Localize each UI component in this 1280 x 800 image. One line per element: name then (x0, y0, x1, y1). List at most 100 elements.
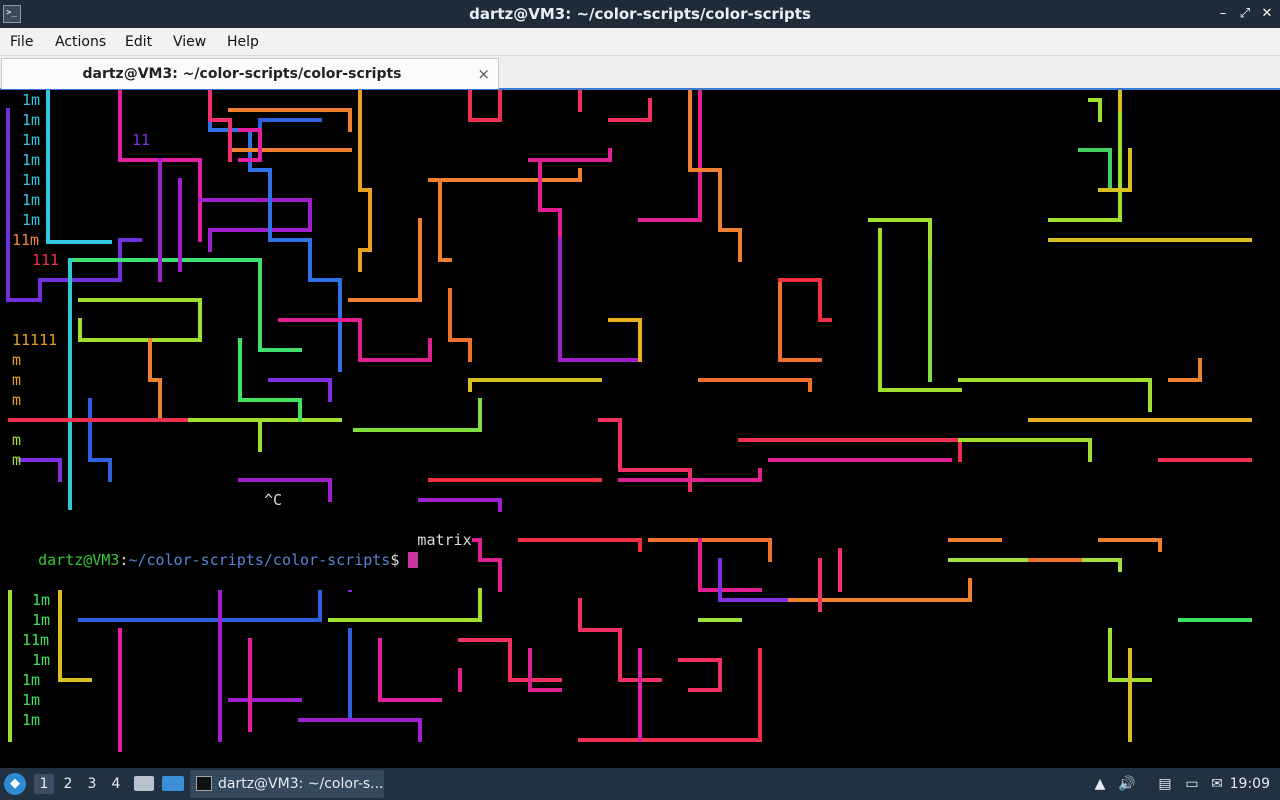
pipe (118, 628, 252, 752)
pipe (258, 118, 322, 142)
pipe (78, 588, 322, 622)
pipe (468, 90, 502, 122)
close-window-button[interactable]: ✕ (1258, 4, 1276, 24)
matrix-fragment: 1m (32, 611, 51, 629)
pipe (468, 378, 602, 392)
prompt-symbol: $ (390, 551, 400, 569)
matrix-fragment: 1m (22, 111, 41, 129)
taskbar-task-terminal[interactable]: dartz@VM3: ~/color-s... (190, 770, 384, 798)
start-menu-icon[interactable]: ◆ (4, 773, 26, 795)
file-manager-icon[interactable] (134, 776, 154, 791)
pipe (698, 538, 762, 592)
matrix-fragment: 1m (32, 591, 51, 609)
matrix-fragment: m (12, 351, 22, 369)
task-label: dartz@VM3: ~/color-s... (218, 776, 384, 792)
pipe (778, 278, 832, 322)
pipe (738, 438, 962, 462)
desktop-3-button[interactable]: 3 (82, 774, 102, 794)
interrupt-text: ^C (264, 490, 283, 510)
menu-edit[interactable]: Edit (125, 28, 152, 56)
matrix-fragment: 1m (22, 171, 41, 189)
desktop-2-button[interactable]: 2 (58, 774, 78, 794)
tray-arrow-icon[interactable]: ▲ (1091, 775, 1109, 793)
matrix-fragment: 1m (22, 91, 41, 109)
clock[interactable]: 19:09 (1230, 768, 1270, 800)
pipe (353, 398, 482, 432)
tab-close-icon[interactable]: × (477, 59, 490, 89)
menu-bar: File Actions Edit View Help (0, 28, 1280, 56)
terminal-area[interactable]: 1m 1m 1m 1m 1m 1m 1m 11m 111 11 11111 m … (0, 90, 1280, 768)
pipe (698, 278, 822, 392)
prompt-user: dartz@VM3 (38, 551, 120, 569)
pipe (428, 168, 582, 262)
matrix-fragment: 11 (132, 131, 151, 149)
pipe (718, 558, 852, 602)
pipe (188, 418, 342, 452)
show-desktop-icon[interactable] (162, 776, 184, 791)
pipe (688, 90, 742, 262)
pipe (328, 588, 482, 622)
pipe (558, 238, 642, 362)
tab-bar: dartz@VM3: ~/color-scripts/color-scripts… (0, 56, 1280, 90)
maximize-button[interactable]: ⤢ (1236, 4, 1254, 24)
menu-view[interactable]: View (173, 28, 206, 56)
volume-icon[interactable]: 🔊 (1118, 775, 1136, 793)
pipe (578, 598, 662, 682)
matrix-fragment: m (12, 371, 22, 389)
pipe (208, 90, 232, 162)
menu-file[interactable]: File (10, 28, 33, 56)
matrix-fragment: 1m (22, 151, 41, 169)
desktop-4-button[interactable]: 4 (106, 774, 126, 794)
pipe (68, 258, 302, 352)
pipe (578, 648, 762, 742)
pipe (448, 288, 472, 362)
matrix-fragment: 11m (22, 631, 50, 649)
matrix-fragment: m (12, 391, 22, 409)
title-bar: >_ dartz@VM3: ~/color-scripts/color-scri… (0, 0, 1280, 28)
taskbar: ◆ 1 2 3 4 dartz@VM3: ~/color-s... ▲ 🔊 ▤ … (0, 768, 1280, 800)
matrix-fragment: m (12, 431, 22, 449)
display-icon[interactable]: ▭ (1183, 775, 1201, 793)
matrix-fragment: 11m (12, 231, 40, 249)
pipe (378, 638, 442, 702)
prompt-path: ~/color-scripts/color-scripts (128, 551, 391, 569)
pipe (238, 478, 332, 502)
matrix-fragment: m (12, 451, 22, 469)
matrix-fragment: 111 (32, 251, 60, 269)
matrix-fragment: 1m (22, 131, 41, 149)
pipe (528, 148, 612, 242)
pipe (608, 318, 642, 362)
pipe (1078, 148, 1112, 192)
minimize-button[interactable]: – (1214, 4, 1232, 24)
notification-icon[interactable]: ✉ (1208, 775, 1226, 793)
matrix-fragment: 11111 (12, 331, 58, 349)
menu-actions[interactable]: Actions (55, 28, 106, 56)
matrix-fragment: 1m (32, 651, 51, 669)
pipe (46, 90, 112, 244)
pipe (458, 638, 562, 682)
desktop-1-button[interactable]: 1 (34, 774, 54, 794)
pipe (268, 378, 332, 402)
pipe (148, 338, 162, 422)
prompt-line-2[interactable]: dartz@VM3:~/color-scripts/color-scripts$ (2, 530, 419, 590)
pipe (78, 298, 202, 342)
pipe (88, 398, 112, 482)
clipboard-icon[interactable]: ▤ (1156, 775, 1174, 793)
pipe (218, 588, 302, 742)
pipe (298, 718, 422, 742)
terminal-tab[interactable]: dartz@VM3: ~/color-scripts/color-scripts… (1, 58, 499, 89)
pipe (1098, 90, 1132, 192)
pipes-animation (6, 90, 1252, 752)
pipe (868, 218, 962, 392)
menu-help[interactable]: Help (227, 28, 259, 56)
matrix-fragment: 1m (22, 711, 41, 729)
pipe (18, 458, 62, 482)
pipe (518, 538, 642, 552)
pipe (678, 658, 722, 692)
pipe (358, 90, 372, 272)
terminal-icon (196, 776, 212, 791)
pipe (1098, 538, 1162, 552)
pipe (958, 378, 1152, 412)
pipe (278, 318, 432, 362)
pipe (1168, 358, 1202, 382)
